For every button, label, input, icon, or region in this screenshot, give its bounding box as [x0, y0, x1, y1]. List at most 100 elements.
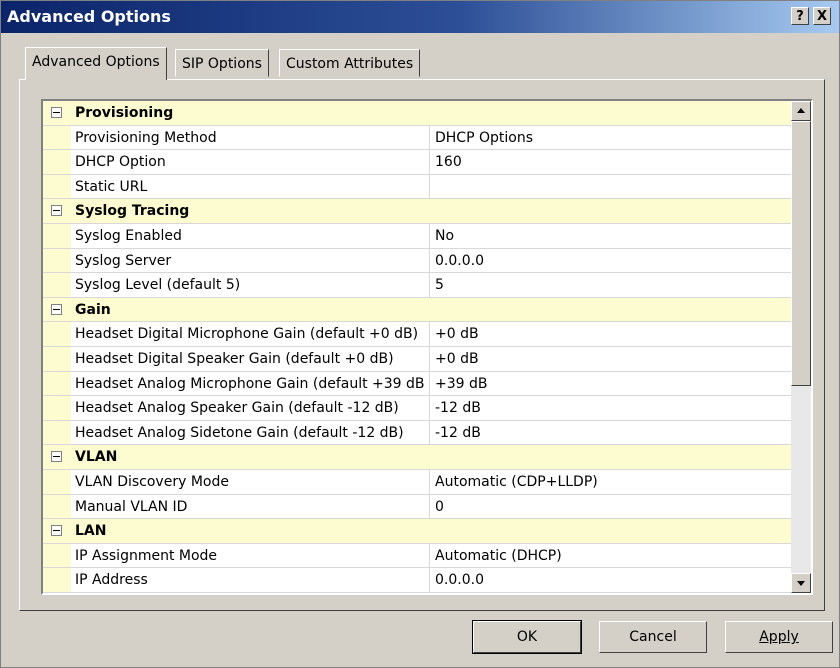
- collapse-icon[interactable]: [51, 107, 62, 118]
- property-grid: Provisioning Provisioning Method DHCP Opti…: [41, 99, 813, 595]
- row-gutter: [43, 568, 71, 592]
- category-row[interactable]: LAN: [43, 519, 791, 544]
- property-name: Headset Digital Speaker Gain (default +0…: [75, 350, 394, 367]
- property-value[interactable]: DHCP Options: [435, 130, 533, 146]
- property-value[interactable]: +39 dB: [435, 376, 488, 392]
- property-row[interactable]: IP Assignment Mode Automatic (DHCP): [43, 543, 791, 569]
- row-gutter: [43, 543, 71, 568]
- vertical-scrollbar[interactable]: [791, 101, 811, 593]
- property-value[interactable]: +0 dB: [435, 326, 479, 342]
- property-name: Static URL: [75, 178, 148, 195]
- property-row[interactable]: Headset Digital Microphone Gain (default…: [43, 322, 791, 347]
- arrow-down-icon: [797, 581, 805, 586]
- cancel-button[interactable]: Cancel: [599, 621, 707, 653]
- collapse-icon[interactable]: [51, 205, 62, 217]
- column-divider: [429, 420, 430, 445]
- column-divider: [429, 469, 430, 494]
- row-gutter: [43, 322, 71, 346]
- property-row[interactable]: Provisioning Method DHCP Options: [43, 125, 791, 151]
- collapse-icon[interactable]: [51, 525, 62, 537]
- row-gutter: [43, 150, 71, 174]
- category-row[interactable]: Gain: [43, 297, 791, 323]
- property-row[interactable]: Headset Analog Sidetone Gain (default -1…: [43, 420, 791, 446]
- category-row[interactable]: VLAN: [43, 445, 791, 470]
- property-name: Syslog Level (default 5): [75, 277, 241, 294]
- apply-button[interactable]: Apply: [725, 621, 833, 653]
- category-name: Syslog Tracing: [75, 203, 190, 220]
- category-row[interactable]: Syslog Tracing: [43, 199, 791, 224]
- window-title: Advanced Options: [7, 7, 171, 26]
- ok-button[interactable]: OK: [472, 620, 582, 654]
- property-row[interactable]: Manual VLAN ID 0: [43, 494, 791, 520]
- property-row[interactable]: Headset Digital Speaker Gain (default +0…: [43, 346, 791, 372]
- scroll-up-button[interactable]: [791, 101, 811, 121]
- property-name: Syslog Enabled: [75, 227, 182, 244]
- row-gutter: [43, 469, 71, 494]
- property-value[interactable]: No: [435, 228, 454, 244]
- tab-advanced-options[interactable]: Advanced Options: [25, 47, 167, 80]
- column-divider: [429, 346, 430, 371]
- property-value[interactable]: +0 dB: [435, 351, 479, 367]
- property-name: Syslog Server: [75, 252, 172, 269]
- property-value[interactable]: -12 dB: [435, 400, 481, 416]
- column-divider: [429, 568, 430, 592]
- property-row[interactable]: DHCP Option 160: [43, 150, 791, 175]
- tab-custom-attributes[interactable]: Custom Attributes: [279, 49, 421, 77]
- row-gutter: [43, 420, 71, 445]
- collapse-icon[interactable]: [51, 303, 62, 315]
- property-name: Provisioning Method: [75, 129, 217, 146]
- row-gutter: [43, 248, 71, 273]
- property-value[interactable]: 0.0.0.0: [435, 572, 484, 588]
- column-divider: [429, 543, 430, 568]
- property-value[interactable]: 0: [435, 499, 444, 515]
- property-name: Headset Analog Sidetone Gain (default -1…: [75, 424, 404, 441]
- property-row[interactable]: Headset Analog Speaker Gain (default -12…: [43, 396, 791, 421]
- property-row[interactable]: Headset Analog Microphone Gain (default …: [43, 371, 791, 397]
- row-gutter: [43, 346, 71, 371]
- column-divider: [429, 322, 430, 346]
- help-button[interactable]: ?: [791, 7, 809, 25]
- column-divider: [429, 223, 430, 248]
- column-divider: [429, 371, 430, 396]
- row-gutter: [43, 223, 71, 248]
- row-gutter: [43, 125, 71, 150]
- property-value[interactable]: 0.0.0.0: [435, 253, 484, 269]
- property-row[interactable]: Syslog Level (default 5) 5: [43, 273, 791, 298]
- row-gutter: [43, 273, 71, 297]
- property-row[interactable]: Static URL: [43, 174, 791, 200]
- property-row[interactable]: Syslog Server 0.0.0.0: [43, 248, 791, 274]
- tab-sip-options[interactable]: SIP Options: [175, 49, 269, 77]
- property-value[interactable]: 160: [435, 154, 462, 170]
- property-name: Headset Analog Microphone Gain (default …: [75, 375, 425, 392]
- category-name: Gain: [75, 301, 111, 318]
- row-gutter: [43, 371, 71, 396]
- column-divider: [429, 396, 430, 420]
- close-button[interactable]: X: [813, 7, 831, 25]
- row-gutter: [43, 174, 71, 199]
- collapse-icon[interactable]: [51, 451, 62, 463]
- property-value[interactable]: 5: [435, 277, 444, 293]
- column-divider: [429, 248, 430, 273]
- category-row[interactable]: Provisioning: [43, 101, 791, 126]
- property-name: IP Address: [75, 572, 148, 589]
- property-rows: Provisioning Provisioning Method DHCP Opti…: [43, 101, 791, 593]
- arrow-up-icon: [797, 108, 805, 113]
- property-name: DHCP Option: [75, 154, 166, 171]
- property-row[interactable]: Syslog Enabled No: [43, 223, 791, 249]
- property-row[interactable]: IP Address 0.0.0.0: [43, 568, 791, 593]
- property-value[interactable]: -12 dB: [435, 425, 481, 441]
- column-divider: [429, 174, 430, 199]
- row-gutter: [43, 494, 71, 519]
- scroll-thumb[interactable]: [791, 121, 811, 386]
- property-name: Headset Analog Speaker Gain (default -12…: [75, 400, 399, 417]
- row-gutter: [43, 396, 71, 420]
- property-value[interactable]: Automatic (CDP+LLDP): [435, 474, 598, 490]
- property-name: Manual VLAN ID: [75, 498, 188, 515]
- column-divider: [429, 150, 430, 174]
- advanced-options-dialog: Advanced Options ? X Advanced Options SI…: [0, 0, 840, 668]
- scroll-down-button[interactable]: [791, 573, 811, 593]
- property-row[interactable]: VLAN Discovery Mode Automatic (CDP+LLDP): [43, 469, 791, 495]
- category-name: VLAN: [75, 449, 118, 466]
- property-name: Headset Digital Microphone Gain (default…: [75, 326, 419, 343]
- property-value[interactable]: Automatic (DHCP): [435, 548, 562, 564]
